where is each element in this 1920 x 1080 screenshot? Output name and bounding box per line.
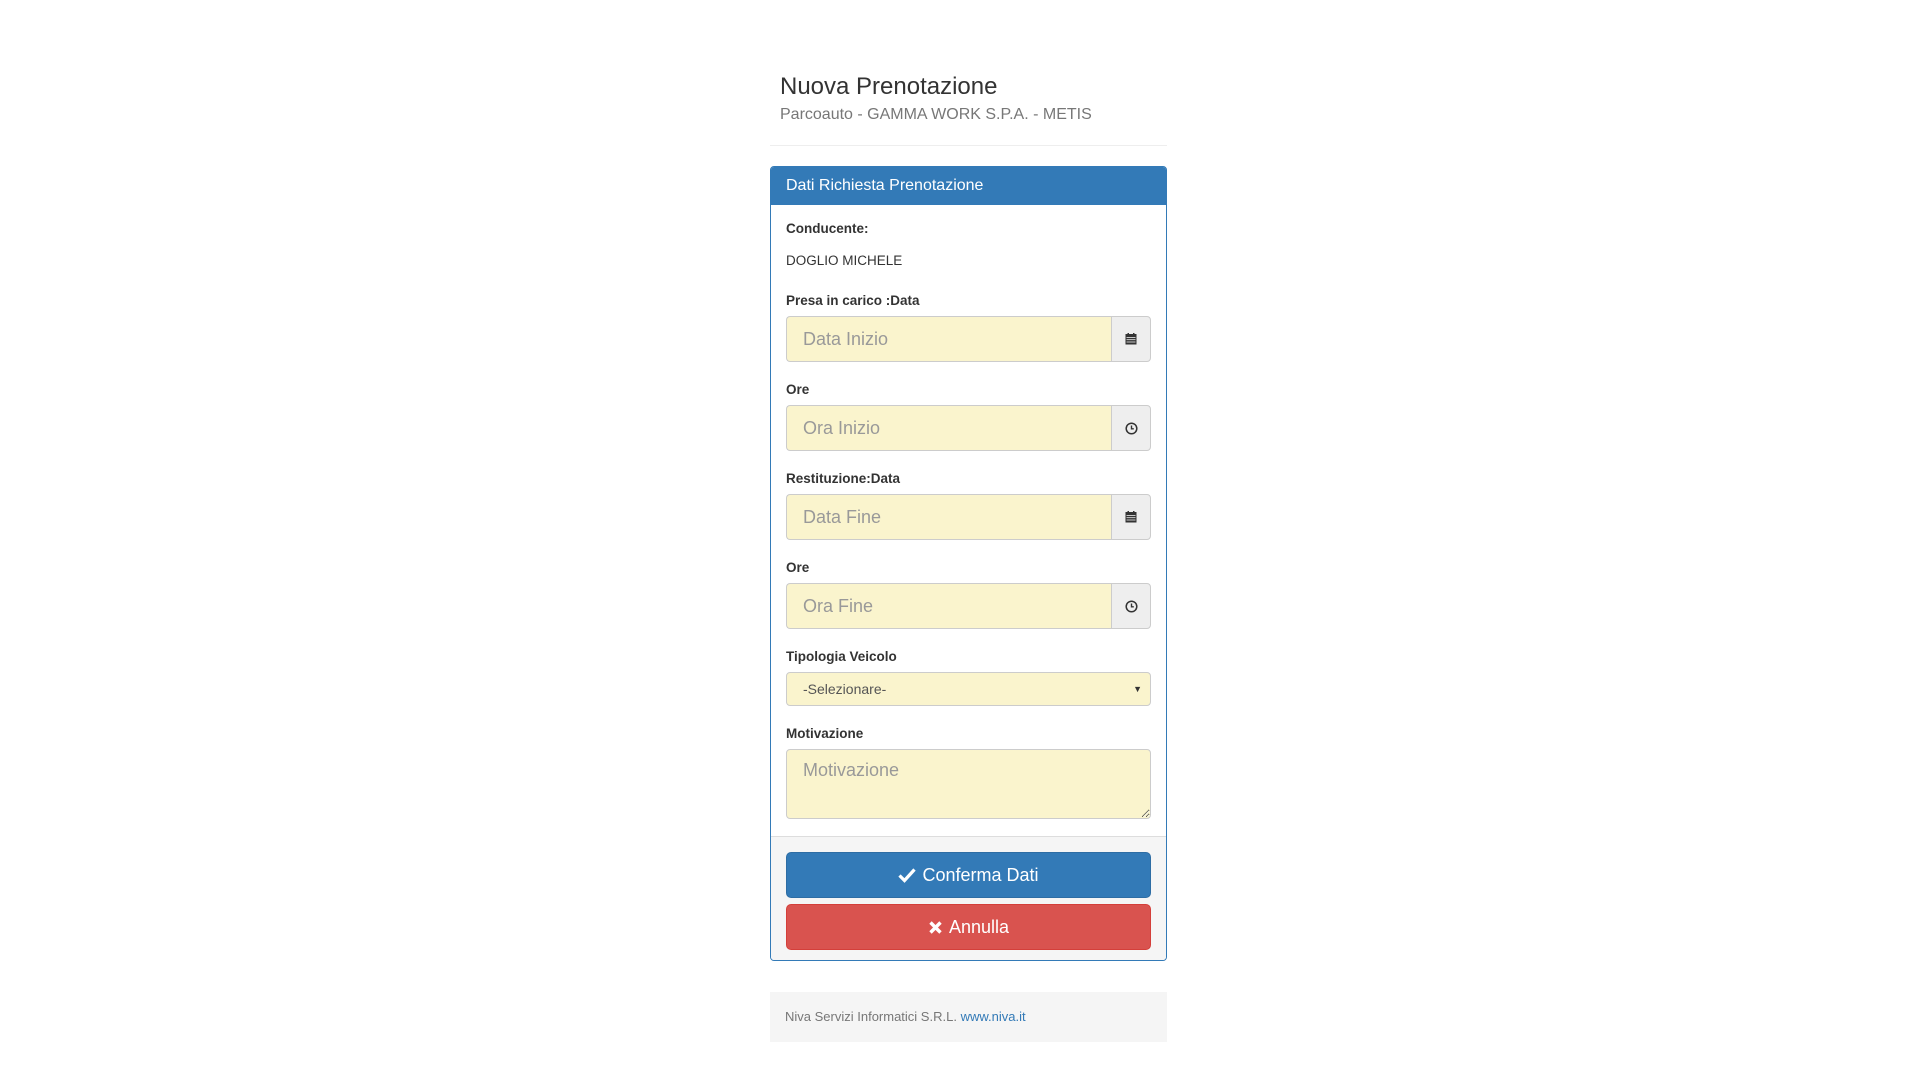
reason-label: Motivazione	[786, 726, 864, 741]
panel-body: Conducente: DOGLIO MICHELE Presa in cari…	[771, 205, 1166, 836]
return-date-input[interactable]	[786, 494, 1111, 540]
return-date-label: Restituzione:Data	[786, 471, 901, 486]
return-time-input[interactable]	[786, 583, 1111, 629]
return-time-group: Ore	[786, 559, 1151, 629]
return-time-label: Ore	[786, 560, 810, 575]
page-header: Nuova Prenotazione Parcoauto - GAMMA WOR…	[770, 73, 1167, 146]
driver-label: Conducente:	[786, 221, 869, 236]
vehicle-type-label: Tipologia Veicolo	[786, 649, 897, 664]
calendar-icon	[1125, 333, 1137, 345]
pickup-date-picker-button[interactable]	[1111, 316, 1151, 362]
pickup-time-label: Ore	[786, 382, 810, 397]
x-icon	[929, 920, 942, 934]
page-footer: Niva Servizi Informatici S.R.L. www.niva…	[770, 992, 1167, 1042]
return-time-input-group	[786, 583, 1151, 629]
caret-down-icon: ▼	[1133, 684, 1142, 694]
pickup-time-input-group	[786, 405, 1151, 451]
pickup-date-group: Presa in carico :Data	[786, 292, 1151, 362]
panel-footer: Conferma Dati Annulla	[771, 836, 1166, 960]
footer-link[interactable]: www.niva.it	[961, 1009, 1026, 1024]
main-container: Nuova Prenotazione Parcoauto - GAMMA WOR…	[770, 0, 1167, 1042]
return-date-picker-button[interactable]	[1111, 494, 1151, 540]
pickup-time-group: Ore	[786, 381, 1151, 451]
pickup-date-input[interactable]	[786, 316, 1111, 362]
clock-icon	[1124, 421, 1138, 435]
pickup-date-input-group	[786, 316, 1151, 362]
booking-panel: Dati Richiesta Prenotazione Conducente: …	[770, 166, 1167, 961]
driver-value: DOGLIO MICHELE	[786, 253, 903, 268]
vehicle-type-selected-value: -Selezionare-	[803, 681, 887, 697]
clock-icon	[1124, 599, 1138, 613]
reason-group: Motivazione	[786, 725, 1151, 819]
vehicle-type-group: Tipologia Veicolo -Selezionare- ▼	[786, 648, 1151, 706]
pickup-time-input[interactable]	[786, 405, 1111, 451]
cancel-button[interactable]: Annulla	[786, 904, 1151, 950]
vehicle-type-select[interactable]: -Selezionare- ▼	[786, 672, 1151, 706]
return-date-group: Restituzione:Data	[786, 470, 1151, 540]
cancel-button-label: Annulla	[948, 916, 1010, 937]
calendar-icon	[1125, 511, 1137, 523]
reason-textarea[interactable]	[786, 749, 1151, 819]
pickup-time-picker-button[interactable]	[1111, 405, 1151, 451]
confirm-button-label: Conferma Dati	[922, 864, 1039, 885]
pickup-date-label: Presa in carico :Data	[786, 293, 920, 308]
page-subtitle: Parcoauto - GAMMA WORK S.P.A. - METIS	[780, 106, 1092, 123]
return-date-input-group	[786, 494, 1151, 540]
return-time-picker-button[interactable]	[1111, 583, 1151, 629]
check-icon	[898, 868, 917, 883]
confirm-button[interactable]: Conferma Dati	[786, 852, 1151, 898]
panel-heading: Dati Richiesta Prenotazione	[771, 167, 1166, 205]
page-title: Nuova Prenotazione	[780, 73, 998, 100]
footer-company: Niva Servizi Informatici S.R.L.	[785, 1009, 957, 1024]
